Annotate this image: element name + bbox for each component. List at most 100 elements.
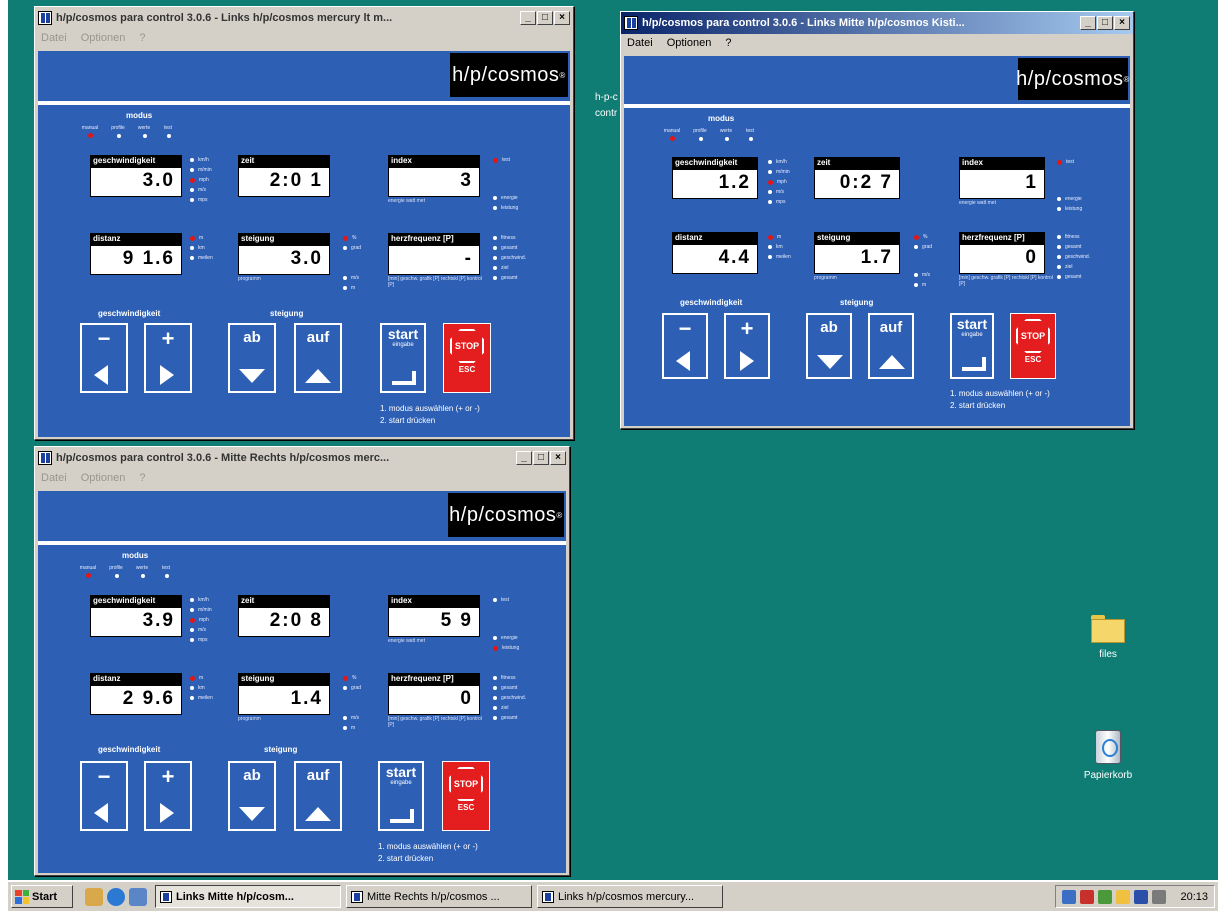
mode-radio-test[interactable] <box>167 134 171 138</box>
title-bar[interactable]: h/p/cosmos para control 3.0.6 - Links Mi… <box>621 12 1133 34</box>
minimize-button[interactable]: _ <box>516 451 532 465</box>
unit-option[interactable]: meilen <box>190 693 213 703</box>
tray-app-icon[interactable] <box>1098 889 1113 904</box>
unit-option[interactable]: km <box>190 683 213 693</box>
unit-option[interactable]: grad <box>343 243 361 253</box>
index-option[interactable]: test <box>1057 157 1074 167</box>
mode-radio-manual[interactable] <box>88 133 93 138</box>
minimize-button[interactable]: _ <box>520 11 536 25</box>
unit-option[interactable]: mps <box>768 197 790 207</box>
unit-option[interactable]: m <box>768 232 791 242</box>
mode-radio-werte[interactable] <box>143 134 147 138</box>
speed-minus-button[interactable]: − <box>80 761 128 831</box>
unit-option[interactable]: m/s <box>914 270 930 280</box>
tray-shield-icon[interactable] <box>1080 889 1095 904</box>
unit-option[interactable]: grad <box>914 242 932 252</box>
index-option[interactable]: test <box>493 595 509 605</box>
title-bar[interactable]: h/p/cosmos para control 3.0.6 - Mitte Re… <box>35 447 569 469</box>
mode-radio-manual[interactable] <box>86 573 91 578</box>
menu-help[interactable]: ? <box>139 32 145 44</box>
incline-up-button[interactable]: auf <box>294 323 342 393</box>
speed-plus-button[interactable]: + <box>144 323 192 393</box>
browser-icon[interactable] <box>107 887 125 906</box>
stop-button[interactable]: STOP ESC <box>442 761 490 831</box>
index-option[interactable]: leistung <box>1057 204 1082 214</box>
stop-button[interactable]: STOP ESC <box>443 323 491 393</box>
menu-optionen[interactable]: Optionen <box>81 32 126 44</box>
index-option[interactable]: leistung <box>493 643 519 653</box>
desktop-shortcut-label[interactable]: h-p-c <box>595 92 618 104</box>
unit-option[interactable]: m/s <box>768 187 790 197</box>
hr-option[interactable]: gesamt <box>493 683 526 693</box>
tray-language-icon[interactable] <box>1134 889 1149 904</box>
incline-down-button[interactable]: ab <box>806 313 852 379</box>
unit-option[interactable]: mps <box>190 195 212 205</box>
unit-option[interactable]: km/h <box>190 595 212 605</box>
tray-network-icon[interactable] <box>1062 889 1077 904</box>
unit-option[interactable]: m/s <box>343 713 359 723</box>
menu-optionen[interactable]: Optionen <box>81 472 126 484</box>
incline-down-button[interactable]: ab <box>228 761 276 831</box>
hr-option[interactable]: geschwind. <box>493 693 526 703</box>
hr-option[interactable]: fitness <box>493 673 526 683</box>
menu-optionen[interactable]: Optionen <box>667 37 712 49</box>
desktop-icon[interactable] <box>85 887 103 906</box>
hr-option[interactable]: gesamt <box>1057 242 1090 252</box>
unit-option[interactable]: km <box>190 243 213 253</box>
unit-option[interactable]: km/h <box>768 157 790 167</box>
speed-minus-button[interactable]: − <box>80 323 128 393</box>
unit-option[interactable]: m <box>914 280 930 290</box>
hr-option[interactable]: fitness <box>1057 232 1090 242</box>
index-option[interactable]: leistung <box>493 203 518 213</box>
hr-option[interactable]: ziel <box>1057 262 1090 272</box>
unit-option[interactable]: % <box>343 233 361 243</box>
stop-button[interactable]: STOP ESC <box>1010 313 1056 379</box>
unit-option[interactable]: m <box>190 233 213 243</box>
tray-volume-icon[interactable] <box>1116 889 1131 904</box>
unit-option[interactable]: m <box>190 673 213 683</box>
unit-option[interactable]: mph <box>768 177 790 187</box>
unit-option[interactable]: m/s <box>190 625 212 635</box>
unit-option[interactable]: mph <box>190 615 212 625</box>
menu-datei[interactable]: Datei <box>41 472 67 484</box>
start-button[interactable]: Start <box>11 885 73 908</box>
tray-device-icon[interactable] <box>1152 889 1167 904</box>
hr-option[interactable]: ziel <box>493 263 526 273</box>
mode-radio-werte[interactable] <box>725 137 729 141</box>
menu-help[interactable]: ? <box>139 472 145 484</box>
speed-plus-button[interactable]: + <box>144 761 192 831</box>
hr-option[interactable]: ziel <box>493 703 526 713</box>
hr-option[interactable]: fitness <box>493 233 526 243</box>
index-option[interactable]: energie <box>493 633 519 643</box>
desktop-shortcut-label[interactable]: contr <box>595 108 617 119</box>
mode-radio-profile[interactable] <box>117 134 121 138</box>
mode-radio-profile[interactable] <box>115 574 119 578</box>
start-button[interactable]: start eingabe <box>380 323 426 393</box>
start-button[interactable]: start eingabe <box>950 313 994 379</box>
incline-down-button[interactable]: ab <box>228 323 276 393</box>
mode-radio-profile[interactable] <box>699 137 703 141</box>
hr-option[interactable]: gesamt <box>1057 272 1090 282</box>
unit-option[interactable]: m <box>343 723 359 733</box>
title-bar[interactable]: h/p/cosmos para control 3.0.6 - Links h/… <box>35 7 573 29</box>
unit-option[interactable]: m/min <box>190 165 212 175</box>
minimize-button[interactable]: _ <box>1080 16 1096 30</box>
window-mitte-rechts[interactable]: h/p/cosmos para control 3.0.6 - Mitte Re… <box>34 446 570 876</box>
hr-option[interactable]: gesamt <box>493 713 526 723</box>
maximize-button[interactable]: □ <box>1097 16 1113 30</box>
hr-option[interactable]: gesamt <box>493 243 526 253</box>
taskbar-task[interactable]: Links Mitte h/p/cosm... <box>155 885 341 908</box>
maximize-button[interactable]: □ <box>533 451 549 465</box>
close-button[interactable]: × <box>550 451 566 465</box>
index-option[interactable]: energie <box>1057 194 1082 204</box>
close-button[interactable]: × <box>1114 16 1130 30</box>
taskbar-task[interactable]: Mitte Rechts h/p/cosmos ... <box>346 885 532 908</box>
speed-minus-button[interactable]: − <box>662 313 708 379</box>
unit-option[interactable]: m/min <box>768 167 790 177</box>
unit-option[interactable]: m/s <box>190 185 212 195</box>
unit-option[interactable]: mph <box>190 175 212 185</box>
menu-help[interactable]: ? <box>725 37 731 49</box>
maximize-button[interactable]: □ <box>537 11 553 25</box>
unit-option[interactable]: km/h <box>190 155 212 165</box>
hr-option[interactable]: geschwind. <box>493 253 526 263</box>
